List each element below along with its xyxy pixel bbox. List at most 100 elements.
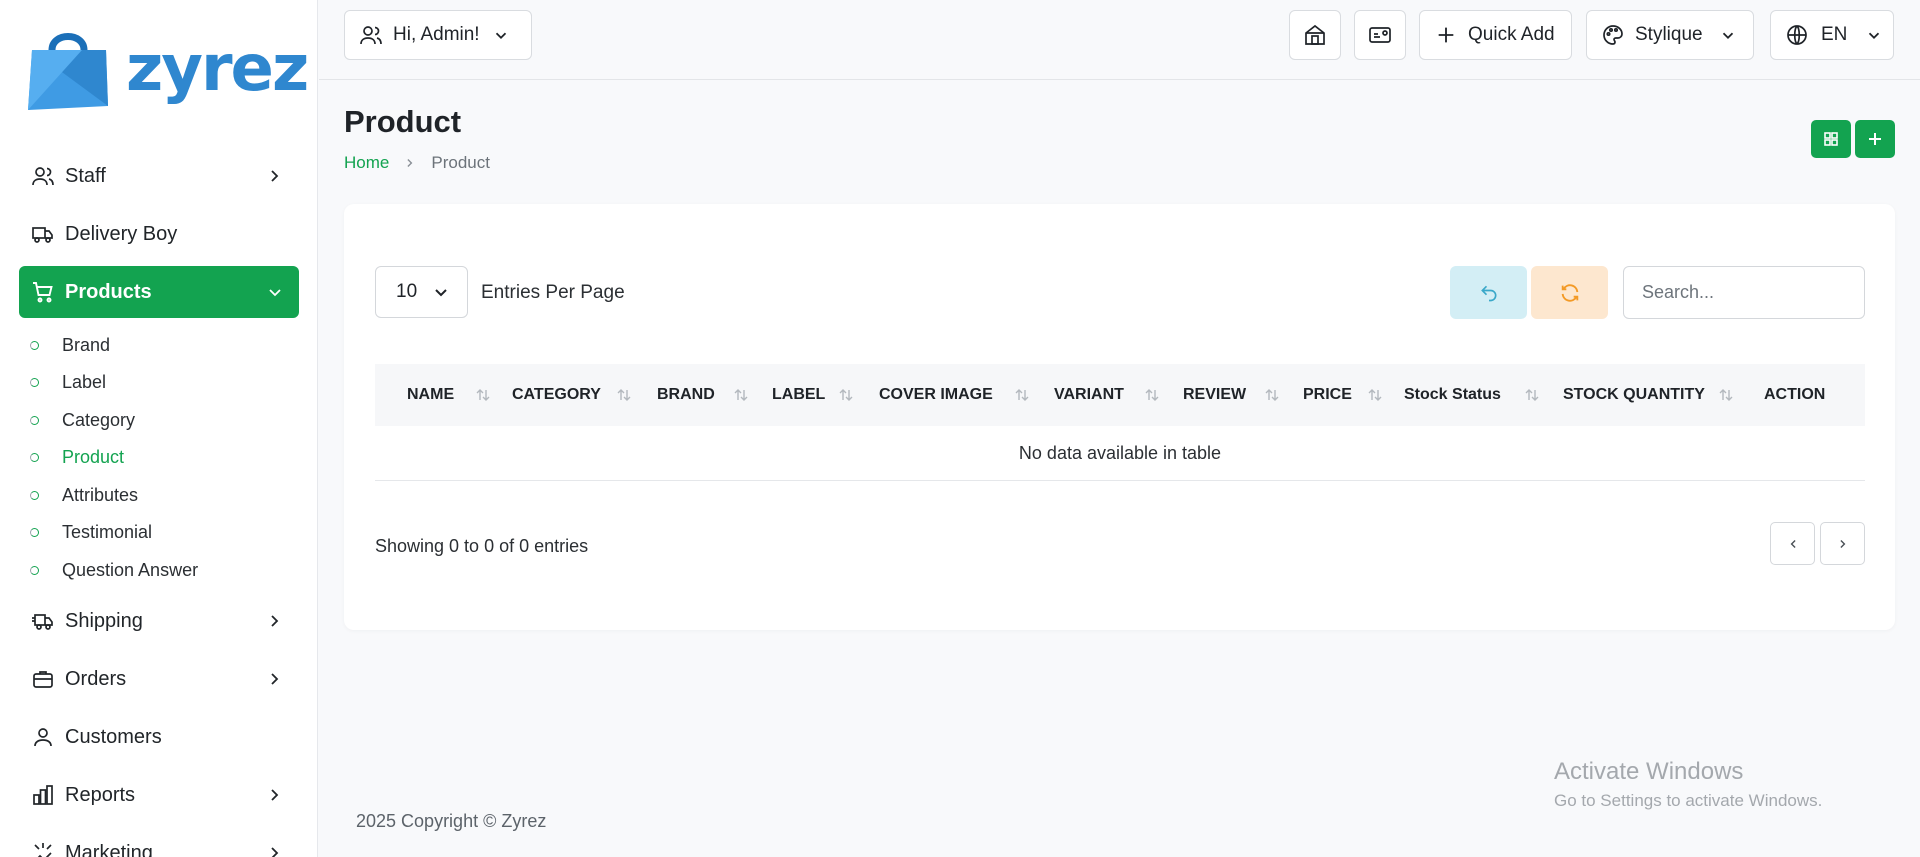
breadcrumb: Home Product bbox=[344, 153, 490, 173]
language-select[interactable]: EN bbox=[1770, 10, 1894, 60]
chevron-right-icon bbox=[403, 156, 417, 170]
breadcrumb-current: Product bbox=[431, 153, 490, 172]
previous-page-button[interactable] bbox=[1770, 522, 1815, 565]
sidebar-item-marketing[interactable]: Marketing bbox=[19, 827, 299, 857]
submenu-item-brand[interactable]: Brand bbox=[30, 330, 110, 360]
topbar: Hi, Admin! Quick Add Stylique EN bbox=[319, 0, 1920, 80]
brand-name: zyrez bbox=[126, 32, 309, 106]
grid-view-button[interactable] bbox=[1811, 120, 1851, 158]
shopping-bag-icon bbox=[28, 33, 108, 110]
submenu-item-product[interactable]: Product bbox=[30, 442, 124, 472]
windows-activation-title: Activate Windows bbox=[1554, 758, 1744, 785]
sort-icon bbox=[1145, 389, 1159, 401]
language-label: EN bbox=[1821, 24, 1848, 45]
bullet-icon bbox=[30, 565, 39, 575]
column-header-variant[interactable]: VARIANT bbox=[1054, 364, 1124, 426]
chevron-right-icon bbox=[271, 847, 279, 857]
users-icon bbox=[31, 164, 55, 188]
id-card-icon bbox=[1368, 23, 1392, 47]
search-input[interactable] bbox=[1623, 266, 1865, 319]
column-header-cover-image[interactable]: COVER IMAGE bbox=[879, 364, 993, 426]
next-page-button[interactable] bbox=[1820, 522, 1865, 565]
bullet-icon bbox=[30, 527, 39, 537]
submenu-item-label: Testimonial bbox=[62, 521, 153, 542]
windows-activation-subtitle: Go to Settings to activate Windows. bbox=[1554, 791, 1823, 810]
admin-menu-button[interactable]: Hi, Admin! bbox=[344, 10, 532, 60]
pos-button[interactable] bbox=[1354, 10, 1406, 60]
submenu-item-label: Label bbox=[62, 371, 107, 392]
palette-icon bbox=[1601, 23, 1625, 47]
sidebar-item-shipping[interactable]: Shipping bbox=[19, 595, 299, 647]
bullet-icon bbox=[30, 340, 39, 350]
submenu-item-question-answer[interactable]: Question Answer bbox=[30, 555, 198, 585]
entries-per-page-select[interactable]: 10 bbox=[375, 266, 468, 318]
column-header-action: ACTION bbox=[1764, 386, 1826, 403]
breadcrumb-home-link[interactable]: Home bbox=[344, 153, 389, 173]
products-table-card: 10 Entries Per Page NAME CATEGORY BRAND … bbox=[344, 204, 1895, 630]
bullet-icon bbox=[30, 452, 39, 462]
truck-icon bbox=[31, 222, 55, 246]
chevron-down-icon bbox=[269, 289, 281, 297]
chevron-down-icon bbox=[1869, 32, 1880, 39]
sidebar-item-label: Delivery Boy bbox=[65, 222, 178, 245]
quick-add-button[interactable]: Quick Add bbox=[1419, 10, 1572, 60]
undo-icon bbox=[1480, 285, 1496, 301]
sidebar-item-customers[interactable]: Customers bbox=[19, 711, 299, 763]
column-header-category[interactable]: CATEGORY bbox=[512, 364, 601, 426]
theme-select[interactable]: Stylique bbox=[1586, 10, 1754, 60]
theme-label: Stylique bbox=[1635, 24, 1703, 45]
column-header-review[interactable]: REVIEW bbox=[1183, 364, 1246, 426]
refresh-button[interactable] bbox=[1531, 266, 1608, 319]
entries-per-page-label: Entries Per Page bbox=[481, 282, 625, 303]
sort-icon bbox=[476, 389, 490, 401]
submenu-item-label: Category bbox=[62, 409, 136, 430]
table-header: NAME CATEGORY BRAND LABEL COVER IMAGE VA… bbox=[375, 364, 1865, 426]
bar-chart-icon bbox=[31, 783, 55, 807]
column-header-brand[interactable]: BRAND bbox=[657, 364, 715, 426]
sidebar: zyrez Staff Delivery Boy Products Brand … bbox=[0, 0, 318, 857]
store-icon bbox=[1303, 23, 1327, 47]
sidebar-item-products[interactable]: Products bbox=[19, 266, 299, 318]
submenu-item-label-page[interactable]: Label bbox=[30, 367, 106, 397]
sidebar-item-orders[interactable]: Orders bbox=[19, 653, 299, 705]
sidebar-item-reports[interactable]: Reports bbox=[19, 769, 299, 821]
sidebar-item-label: Orders bbox=[65, 667, 127, 690]
brand-logo[interactable]: zyrez bbox=[22, 26, 309, 112]
table-empty-row: No data available in table bbox=[375, 426, 1865, 481]
add-product-button[interactable] bbox=[1855, 120, 1895, 158]
sort-icon bbox=[617, 389, 631, 401]
submenu-item-label: Attributes bbox=[62, 484, 139, 505]
sort-icon bbox=[839, 389, 853, 401]
column-header-label[interactable]: LABEL bbox=[772, 364, 825, 426]
column-header-stock-quantity[interactable]: STOCK QUANTITY bbox=[1563, 364, 1705, 426]
sidebar-item-label: Products bbox=[65, 280, 152, 303]
column-header-stock-status[interactable]: Stock Status bbox=[1404, 364, 1501, 426]
plus-icon bbox=[1869, 133, 1881, 145]
sort-icon bbox=[1265, 389, 1279, 401]
bullet-icon bbox=[30, 377, 39, 387]
store-button[interactable] bbox=[1289, 10, 1341, 60]
submenu-item-testimonial[interactable]: Testimonial bbox=[30, 517, 152, 547]
column-header-price[interactable]: PRICE bbox=[1303, 364, 1352, 426]
submenu-item-category[interactable]: Category bbox=[30, 405, 135, 435]
sort-icon bbox=[1525, 389, 1539, 401]
plus-icon bbox=[1434, 23, 1458, 47]
undo-button[interactable] bbox=[1450, 266, 1527, 319]
chevron-right-icon bbox=[271, 673, 279, 685]
sidebar-item-label: Shipping bbox=[65, 609, 143, 632]
shipping-truck-icon bbox=[31, 609, 55, 633]
submenu-item-attributes[interactable]: Attributes bbox=[30, 480, 138, 510]
chevron-right-icon bbox=[271, 615, 279, 627]
chevron-down-icon bbox=[435, 289, 447, 297]
bullet-icon bbox=[30, 415, 39, 425]
chevron-right-icon bbox=[271, 170, 279, 182]
entries-per-page-value: 10 bbox=[396, 281, 418, 302]
bullet-icon bbox=[30, 490, 39, 500]
submenu-item-label: Product bbox=[62, 446, 125, 467]
sort-icon bbox=[1719, 389, 1733, 401]
user-icon bbox=[31, 725, 55, 749]
column-header-name[interactable]: NAME bbox=[407, 364, 454, 426]
sidebar-item-staff[interactable]: Staff bbox=[19, 150, 299, 202]
sidebar-item-delivery-boy[interactable]: Delivery Boy bbox=[19, 208, 299, 260]
briefcase-icon bbox=[31, 667, 55, 691]
